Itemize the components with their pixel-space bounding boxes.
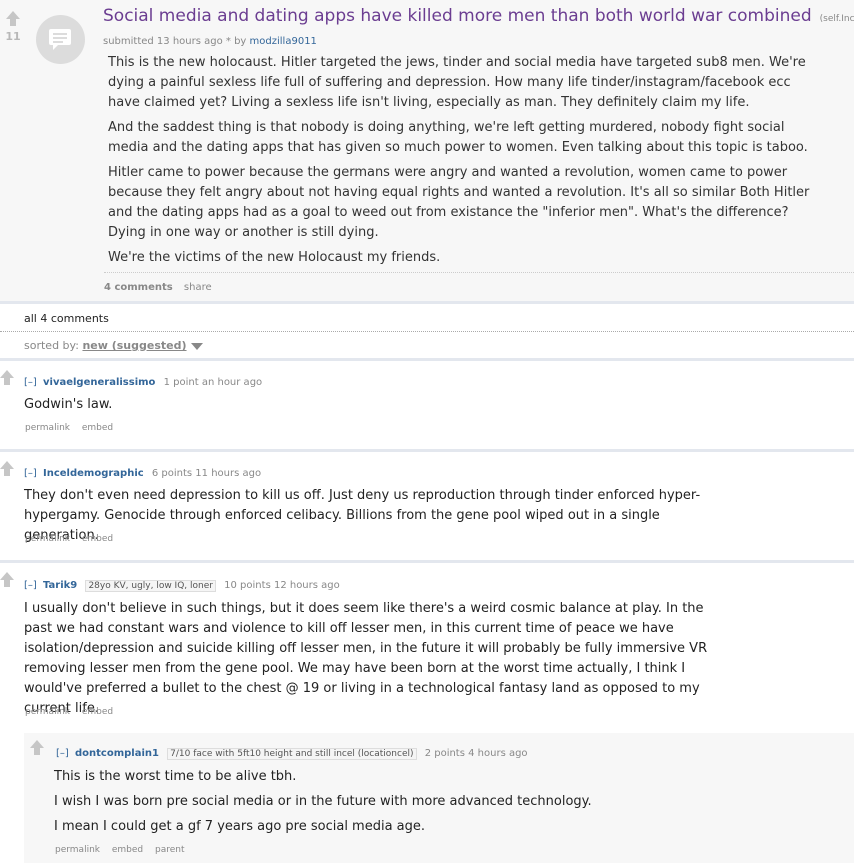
comment-tagline: [–] dontcomplain1 7/10 face with 5ft10 h…	[56, 748, 528, 760]
comment-paragraph: I usually don't believe in such things, …	[24, 601, 708, 716]
dropdown-caret-icon[interactable]	[190, 342, 203, 350]
comment-author-link[interactable]: vivaelgeneralissimo	[43, 377, 155, 388]
collapse-toggle[interactable]: [–]	[24, 468, 37, 479]
comment-meta: 2 points 4 hours ago	[424, 748, 528, 759]
upvote-arrow-icon[interactable]	[0, 572, 14, 587]
share-link[interactable]: share	[184, 282, 212, 293]
comment-tagline: [–] Tarik9 28yo KV, ugly, low IQ, loner …	[24, 580, 340, 592]
comment-body: I usually don't believe in such things, …	[24, 599, 724, 724]
user-flair: 7/10 face with 5ft10 height and still in…	[167, 748, 417, 760]
sort-dropdown[interactable]: new (suggested)	[82, 339, 186, 352]
comment-tagline: [–] Inceldemographic 6 points 11 hours a…	[24, 468, 261, 479]
comments-link[interactable]: 4 comments	[104, 282, 173, 293]
self-post-thumbnail[interactable]	[36, 15, 85, 64]
post-tagline: submitted 13 hours ago * by modzilla9011	[103, 36, 317, 47]
comment-paragraph: Godwin's law.	[24, 397, 113, 412]
collapse-toggle[interactable]: [–]	[24, 377, 37, 388]
post-title-link[interactable]: Social media and dating apps have killed…	[103, 6, 812, 26]
comment-body: Godwin's law.	[24, 395, 784, 420]
permalink-link[interactable]: permalink	[25, 423, 70, 433]
comment-meta: 6 points 11 hours ago	[151, 468, 262, 479]
embed-link[interactable]: embed	[112, 845, 143, 855]
comment-buttons: permalink embed parent	[55, 845, 194, 855]
comment-buttons: permalink embed	[25, 707, 122, 717]
upvote-arrow-icon[interactable]	[30, 740, 44, 755]
comment-paragraph: I wish I was born pre social media or in…	[54, 794, 592, 809]
divider	[0, 331, 854, 332]
child-comment: [–] dontcomplain1 7/10 face with 5ft10 h…	[24, 733, 854, 863]
divider	[0, 301, 854, 304]
comment: [–] vivaelgeneralissimo 1 point an hour …	[0, 361, 854, 449]
permalink-link[interactable]: permalink	[55, 845, 100, 855]
post-author-link[interactable]: modzilla9011	[250, 36, 317, 47]
selftext-paragraph: Hitler came to power because the germans…	[108, 165, 810, 240]
selftext-paragraph: And the saddest thing is that nobody is …	[108, 120, 808, 155]
all-comments-title: all 4 comments	[24, 312, 109, 325]
selftext-paragraph: This is the new holocaust. Hitler target…	[108, 55, 806, 110]
collapse-toggle[interactable]: [–]	[56, 748, 69, 759]
permalink-link[interactable]: permalink	[25, 534, 70, 544]
comment-buttons: permalink embed	[25, 534, 122, 544]
comment-paragraph: They don't even need depression to kill …	[24, 488, 701, 543]
post-domain[interactable]: (self.Incels)	[820, 14, 854, 24]
comment-buttons: permalink embed	[25, 423, 122, 433]
post-selftext: This is the new holocaust. Hitler target…	[108, 53, 816, 273]
user-flair: 28yo KV, ugly, low IQ, loner	[85, 580, 216, 592]
permalink-link[interactable]: permalink	[25, 707, 70, 717]
comment-author-link[interactable]: Tarik9	[43, 580, 77, 591]
post-score: 11	[5, 30, 21, 43]
text-post-icon	[49, 29, 71, 50]
comment-paragraph: I mean I could get a gf 7 years ago pre …	[54, 819, 426, 834]
comment-author-link[interactable]: dontcomplain1	[75, 748, 159, 759]
embed-link[interactable]: embed	[82, 423, 113, 433]
post: 11 Social media and dating apps have kil…	[0, 0, 854, 301]
selftext-paragraph: We're the victims of the new Holocaust m…	[108, 250, 441, 265]
post-title-row: Social media and dating apps have killed…	[103, 6, 854, 26]
upvote-arrow-icon[interactable]	[0, 370, 14, 385]
comment-body: They don't even need depression to kill …	[24, 486, 714, 551]
comment-meta: 10 points 12 hours ago	[224, 580, 340, 591]
comment-tagline: [–] vivaelgeneralissimo 1 point an hour …	[24, 377, 262, 388]
tagline-prefix: submitted 13 hours ago * by	[103, 36, 247, 47]
comment-meta: 1 point an hour ago	[163, 377, 263, 388]
comment: [–] Inceldemographic 6 points 11 hours a…	[0, 452, 854, 560]
comment-body: This is the worst time to be alive tbh. …	[54, 767, 834, 842]
sort-menu: sorted by: new (suggested)	[24, 339, 203, 352]
sort-label: sorted by:	[24, 339, 79, 352]
comment-paragraph: This is the worst time to be alive tbh.	[54, 769, 297, 784]
upvote-arrow-icon[interactable]	[0, 461, 14, 476]
post-buttons: 4 comments share	[104, 272, 854, 293]
embed-link[interactable]: embed	[82, 534, 113, 544]
upvote-arrow-icon[interactable]	[6, 11, 20, 26]
parent-link[interactable]: parent	[155, 845, 185, 855]
collapse-toggle[interactable]: [–]	[24, 580, 37, 591]
comment-author-link[interactable]: Inceldemographic	[43, 468, 144, 479]
embed-link[interactable]: embed	[82, 707, 113, 717]
